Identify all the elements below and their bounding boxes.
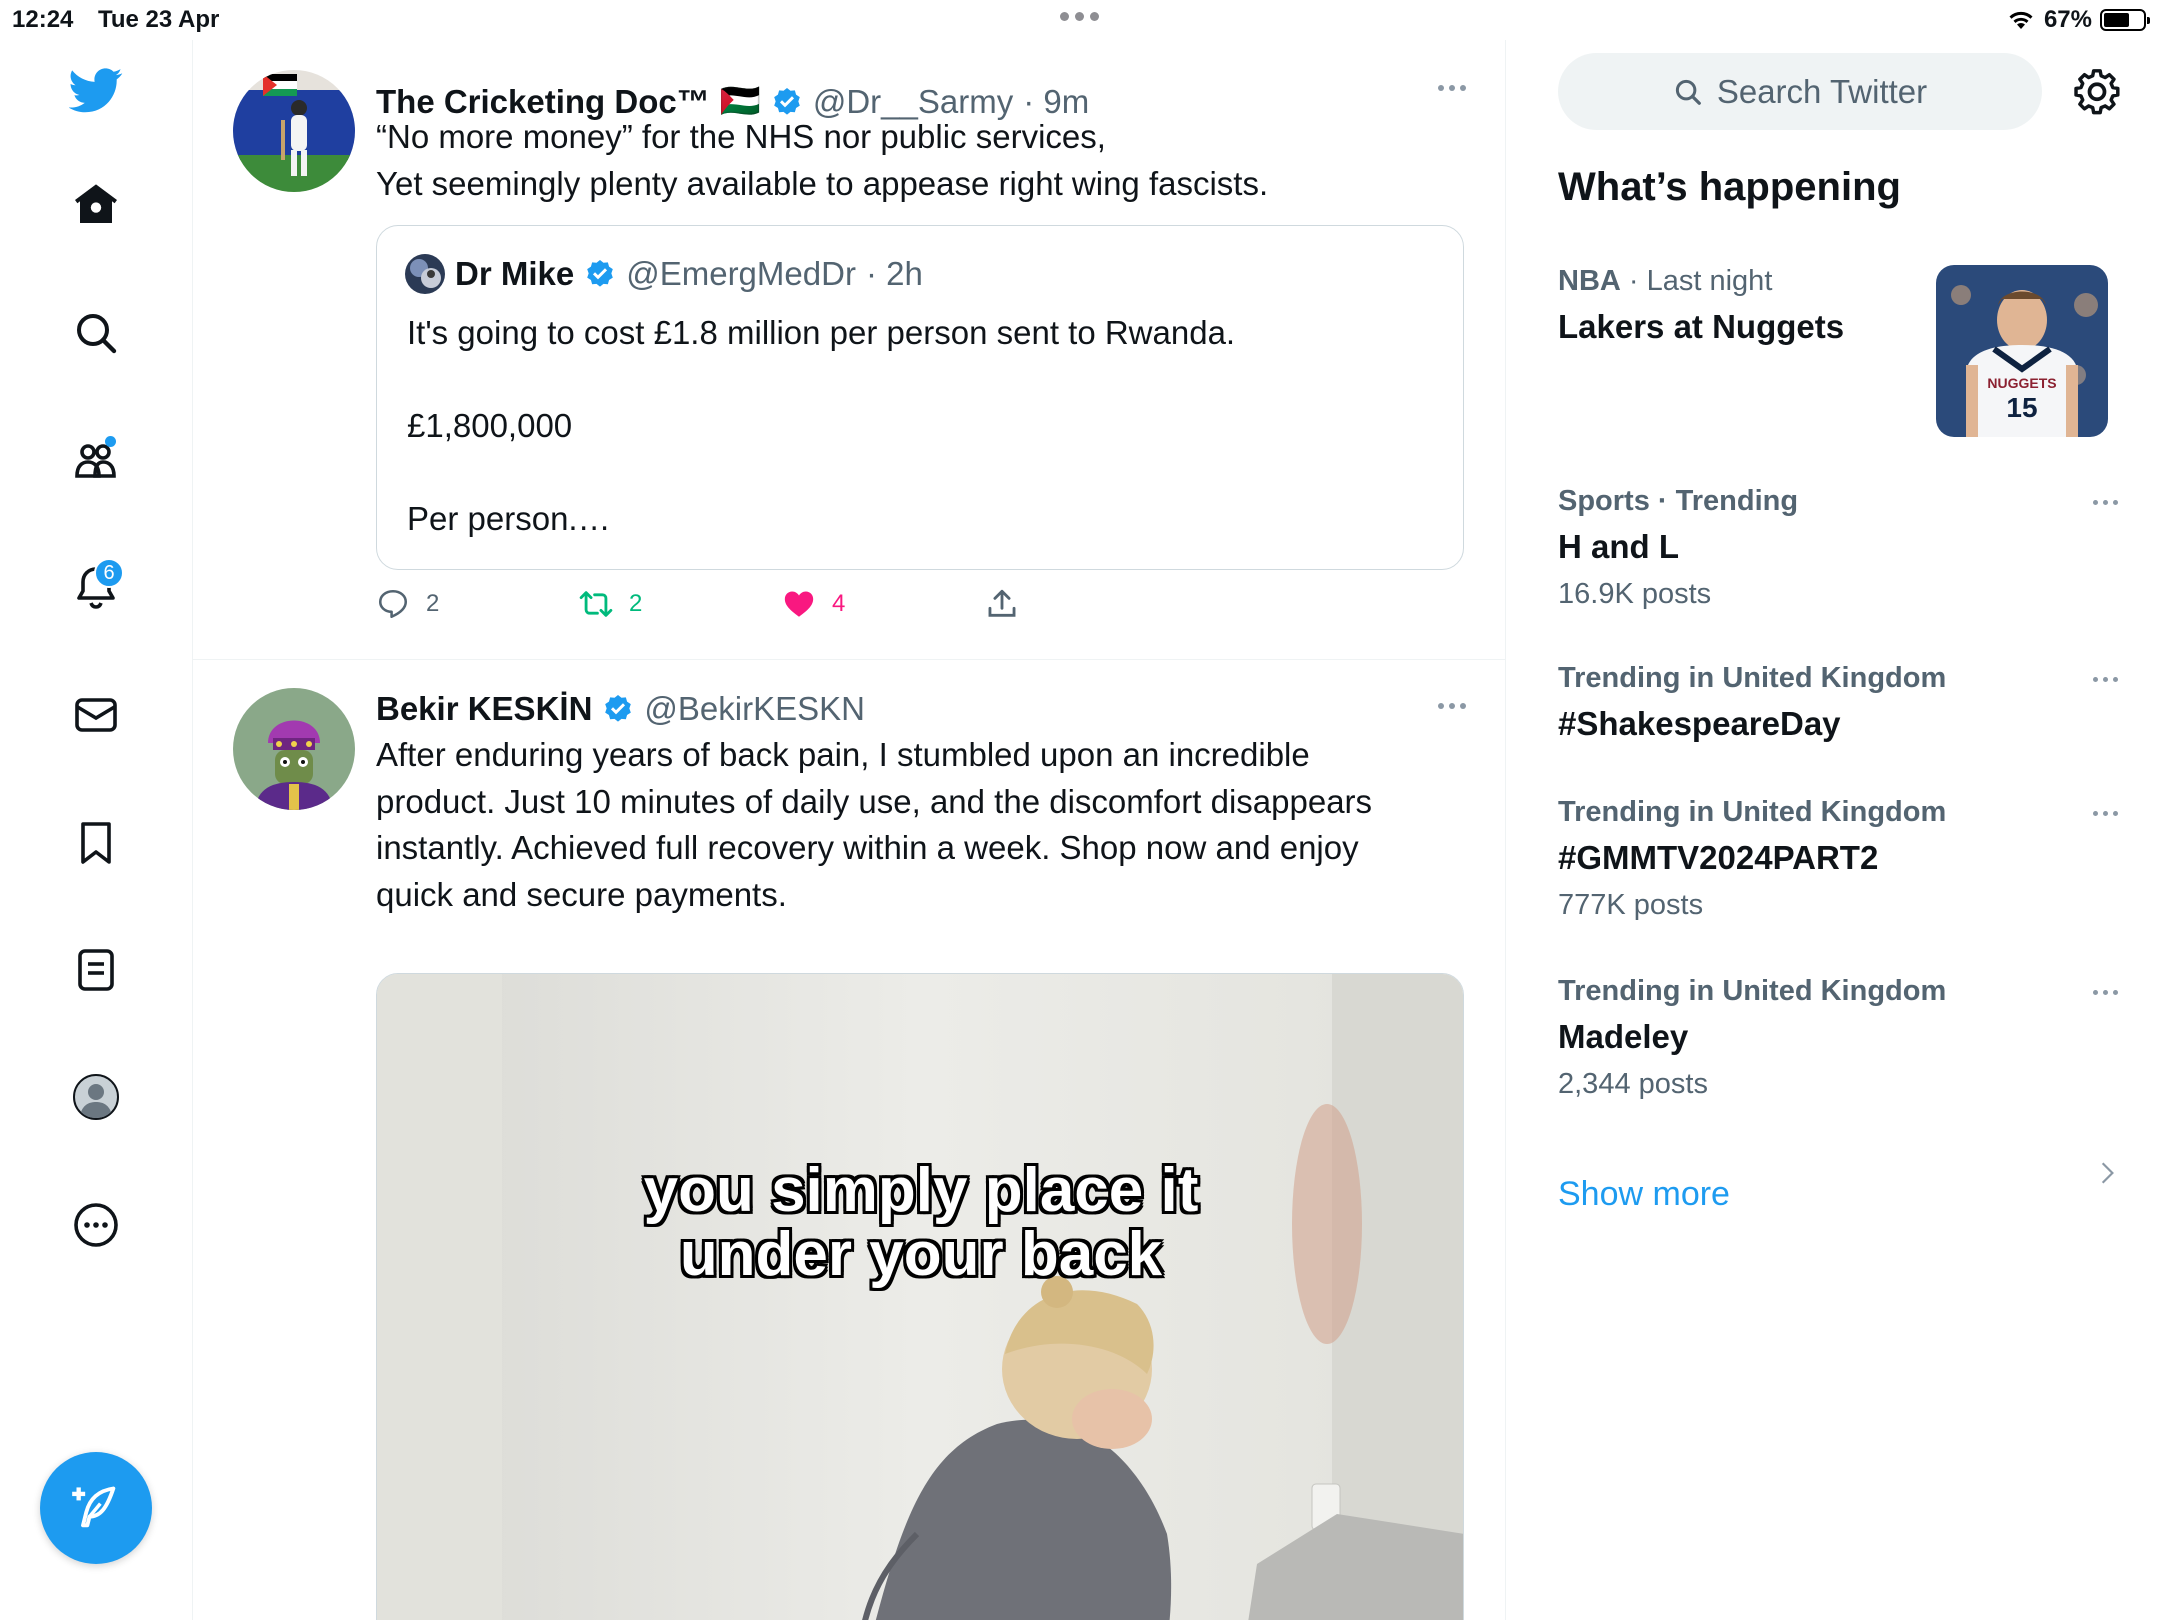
battery-percent: 67%: [2043, 6, 2092, 33]
reply-button[interactable]: 2: [376, 587, 579, 621]
trend-post-count: 777K posts: [1558, 889, 1704, 921]
timeline: The Cricketing Doc™ 🇵🇸 @Dr__Sarmy · 9m “…: [193, 40, 1506, 1620]
status-bar: 12:24 Tue 23 Apr 67%: [0, 0, 2160, 40]
tweet-author-handle[interactable]: @BekirKESKN: [644, 690, 865, 728]
tweet-text: “No more money” for the NHS nor public s…: [376, 113, 1436, 207]
verified-badge-icon: [587, 260, 614, 287]
home-icon[interactable]: [66, 175, 126, 235]
trend-thumbnail[interactable]: NUGGETS 15: [1936, 265, 2108, 437]
quoted-timestamp: · 2h: [865, 255, 923, 292]
retweet-icon: [579, 591, 613, 617]
search-icon: [1675, 79, 1701, 105]
trend-category: NBA: [1558, 265, 1621, 297]
chevron-right-icon[interactable]: [2094, 1160, 2120, 1186]
trend-meta: Trending in United Kingdom: [1558, 975, 1947, 1007]
trend-title: Madeley: [1558, 1018, 1689, 1055]
whats-happening-heading: What’s happening: [1558, 165, 1901, 209]
trend-more-icon[interactable]: [2093, 677, 2118, 682]
tweet-video-media[interactable]: you simply place it under your back: [376, 973, 1464, 1620]
reply-icon: [378, 589, 408, 619]
trend-item[interactable]: Trending in United Kingdom #GMMTV2024PAR…: [1558, 796, 2118, 922]
bookmarks-icon[interactable]: [66, 813, 126, 873]
video-caption: you simply place it under your back: [377, 1156, 1463, 1289]
trend-meta: Trending in United Kingdom: [1558, 662, 1947, 694]
retweet-count: 2: [629, 590, 643, 617]
heart-liked-icon: [784, 591, 814, 617]
quoted-author-avatar: [405, 254, 445, 294]
reply-count: 2: [426, 590, 440, 617]
messages-envelope-icon[interactable]: [66, 685, 126, 745]
tweet-author-avatar[interactable]: [233, 70, 355, 192]
lists-icon[interactable]: [66, 940, 126, 1000]
twitter-bird-icon[interactable]: [66, 60, 126, 120]
settings-gear-icon[interactable]: [2072, 67, 2122, 117]
quoted-tweet-header: Dr Mike @EmergMedDr · 2h: [405, 254, 923, 294]
tweet-actions: 2 2 4: [376, 587, 1188, 621]
wifi-icon: [2009, 11, 2033, 29]
show-more-link[interactable]: Show more: [1558, 1175, 1730, 1214]
trend-meta: Trending in United Kingdom: [1558, 796, 1947, 828]
share-icon: [988, 589, 1016, 617]
jersey-number: 15: [2006, 392, 2037, 423]
tweet-more-icon[interactable]: [1438, 703, 1466, 709]
status-date: Tue 23 Apr: [98, 6, 220, 33]
search-input[interactable]: Search Twitter: [1558, 53, 2042, 130]
like-count: 4: [832, 590, 846, 617]
share-button[interactable]: [985, 587, 1188, 621]
trend-title: #ShakespeareDay: [1558, 705, 1841, 742]
video-caption-line: you simply place it: [643, 1156, 1199, 1225]
notifications-bell-icon[interactable]: 6: [66, 558, 126, 618]
status-time: 12:24: [12, 6, 74, 33]
tweet-text-line: Yet seemingly plenty available to appeas…: [376, 165, 1269, 202]
quoted-text-line: Per person.…: [407, 500, 611, 537]
video-caption-line: under your back: [679, 1220, 1163, 1289]
tweet-author-avatar[interactable]: [233, 688, 355, 810]
communities-new-dot: [105, 436, 116, 447]
tweet-author-name[interactable]: Bekir KESKİN: [376, 690, 592, 728]
trend-item[interactable]: Trending in United Kingdom Madeley 2,344…: [1558, 975, 2118, 1101]
like-button[interactable]: 4: [782, 587, 985, 621]
quoted-text-line: It's going to cost £1.8 million per pers…: [407, 314, 1236, 351]
trend-time: · Last night: [1620, 265, 1773, 297]
left-navigation: 6: [0, 40, 193, 1620]
quoted-tweet[interactable]: Dr Mike @EmergMedDr · 2h It's going to c…: [376, 225, 1464, 570]
trend-item[interactable]: Sports · Trending H and L 16.9K posts: [1558, 485, 2118, 611]
right-sidebar: Search Twitter What’s happening NBA · La…: [1506, 40, 2160, 1620]
compose-feather-icon: [72, 1486, 116, 1528]
tweet[interactable]: The Cricketing Doc™ 🇵🇸 @Dr__Sarmy · 9m “…: [193, 40, 1505, 660]
video-thumbnail: [377, 974, 1463, 1620]
tweet[interactable]: Bekir KESKİN @BekirKESKN After enduring …: [193, 660, 1505, 1620]
retweet-button[interactable]: 2: [579, 587, 782, 621]
quoted-author-handle: @EmergMedDr: [626, 255, 856, 292]
search-placeholder: Search Twitter: [1716, 72, 1928, 110]
jersey-text: NUGGETS: [1987, 375, 2056, 391]
compose-tweet-button[interactable]: [40, 1452, 152, 1564]
more-options-icon[interactable]: [66, 1195, 126, 1255]
status-right: 67%: [2006, 6, 2150, 34]
quoted-text-line: £1,800,000: [407, 407, 573, 444]
notifications-count-badge: 6: [94, 558, 124, 588]
explore-search-icon[interactable]: [66, 303, 126, 363]
trend-more-icon[interactable]: [2093, 990, 2118, 995]
tweet-header: Bekir KESKİN @BekirKESKN: [376, 690, 865, 728]
trend-title: H and L: [1558, 528, 1679, 565]
trend-title: #GMMTV2024PART2: [1558, 839, 1879, 876]
trend-meta: Sports · Trending: [1558, 485, 1799, 517]
trend-post-count: 2,344 posts: [1558, 1068, 1708, 1100]
tweet-text: After enduring years of back pain, I stu…: [376, 736, 1373, 913]
trend-more-icon[interactable]: [2093, 811, 2118, 816]
trend-post-count: 16.9K posts: [1558, 578, 1712, 610]
quoted-author-name: Dr Mike: [455, 255, 575, 292]
tweet-text-line: “No more money” for the NHS nor public s…: [376, 118, 1106, 155]
trend-item[interactable]: Trending in United Kingdom #ShakespeareD…: [1558, 662, 2118, 743]
communities-icon[interactable]: [66, 430, 126, 490]
multitasking-dots[interactable]: [1060, 8, 1099, 21]
profile-avatar-icon[interactable]: [66, 1067, 126, 1127]
battery-icon: [2100, 9, 2150, 31]
verified-badge-icon: [605, 695, 632, 722]
trend-more-icon[interactable]: [2093, 500, 2118, 505]
tweet-more-icon[interactable]: [1438, 85, 1466, 91]
